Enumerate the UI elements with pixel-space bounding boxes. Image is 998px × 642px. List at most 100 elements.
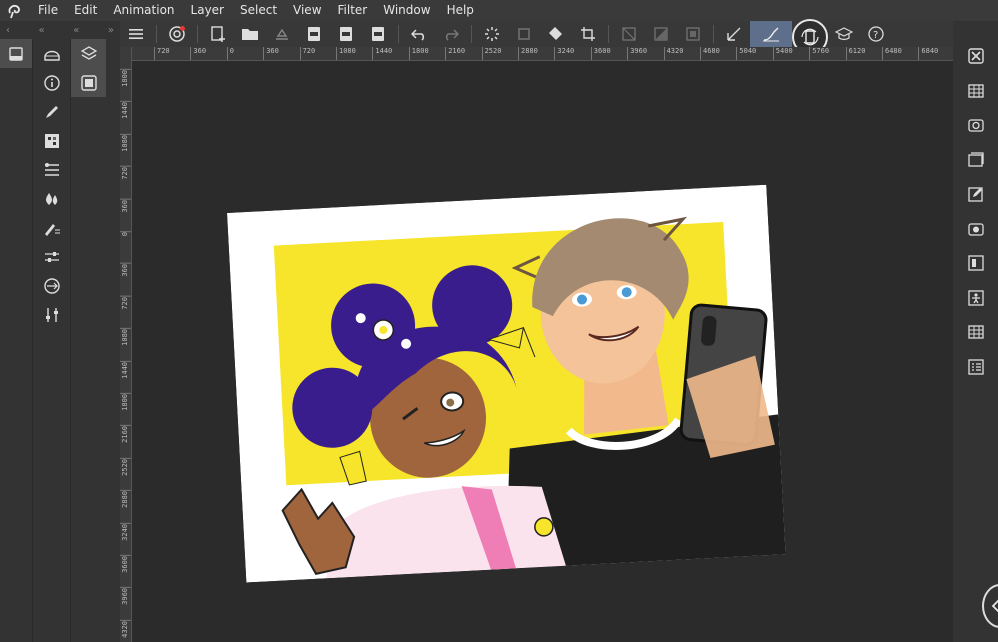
expand-double-right-icon[interactable]: » — [108, 25, 114, 36]
slider-icon[interactable] — [33, 242, 70, 271]
menu-help[interactable]: Help — [439, 0, 482, 21]
menu-select[interactable]: Select — [232, 0, 285, 21]
settings-icon[interactable] — [953, 212, 998, 247]
ruler-tick-label: 5040 — [736, 47, 756, 60]
export-jpg-icon[interactable] — [298, 21, 330, 47]
timeline-icon[interactable] — [953, 315, 998, 350]
panel-gutter — [106, 39, 120, 642]
ruler-tick-label: 0 — [120, 231, 131, 237]
ruler-tick-label: 3960 — [627, 47, 647, 60]
collapse-left-icon[interactable]: ‹ — [6, 25, 10, 36]
loading-icon[interactable] — [476, 21, 508, 47]
clip-studio-logo-icon[interactable] — [0, 0, 30, 21]
figure-icon[interactable] — [953, 281, 998, 316]
pen-icon[interactable] — [33, 97, 70, 126]
help-icon[interactable]: ? — [860, 21, 892, 47]
material-icon[interactable] — [953, 74, 998, 109]
ruler-tick-label: 4320 — [663, 47, 683, 60]
learn-icon[interactable] — [828, 21, 860, 47]
command-bar: ? — [120, 19, 953, 55]
edit-icon[interactable] — [953, 177, 998, 212]
canvas-area[interactable] — [132, 61, 953, 642]
transform-icon[interactable] — [508, 21, 540, 47]
stabilizer-icon[interactable] — [718, 21, 750, 47]
ruler-tick-label: 2520 — [120, 457, 131, 476]
panel-collapse-row: ‹ « « » — [0, 21, 120, 39]
menu-edit[interactable]: Edit — [66, 0, 105, 21]
vertical-ruler: 1800 1440 1080 720 360 0 360 720 1080 1440 1800 216… — [120, 47, 132, 642]
menu-animation[interactable]: Animation — [105, 0, 182, 21]
menu-layer[interactable]: Layer — [183, 0, 232, 21]
ruler-tick-label: 3600 — [590, 47, 611, 60]
navigator-icon[interactable] — [71, 68, 106, 97]
menu-view[interactable]: View — [285, 0, 329, 21]
app-window: File Edit Animation Layer Select View Fi… — [0, 0, 998, 642]
ruler-tick-label: 5400 — [772, 47, 793, 60]
ruler-tick-label: 1440 — [120, 101, 131, 120]
grid-icon[interactable] — [33, 126, 70, 155]
ruler-tick-label: 4680 — [700, 47, 720, 60]
invert-icon[interactable] — [645, 21, 677, 47]
svg-text:?: ? — [873, 30, 878, 41]
layer-property-icon[interactable] — [33, 155, 70, 184]
menu-filter[interactable]: Filter — [330, 0, 376, 21]
menu-icon[interactable] — [120, 21, 152, 47]
collapse-double-left-icon-2[interactable]: « — [73, 25, 79, 36]
open-icon[interactable] — [234, 21, 266, 47]
save-icon[interactable] — [266, 21, 298, 47]
window-icon[interactable] — [0, 39, 32, 68]
ruler-tick-label: 360 — [263, 47, 279, 60]
hide-selection-icon[interactable] — [613, 21, 645, 47]
list-icon[interactable] — [953, 350, 998, 385]
info-icon[interactable] — [33, 68, 70, 97]
tool-property-icon[interactable] — [33, 39, 70, 68]
left-panel-dock — [0, 39, 32, 642]
ruler-tick-label: 1800 — [408, 47, 429, 60]
ruler-tick-label: 3240 — [554, 47, 574, 60]
ruler-tick-label: 720 — [120, 295, 131, 310]
layers-icon[interactable] — [71, 39, 106, 68]
menu-window[interactable]: Window — [375, 0, 438, 21]
fill-icon[interactable] — [540, 21, 572, 47]
canvas-artwork[interactable] — [227, 184, 786, 583]
export-ipad-icon[interactable] — [362, 21, 394, 47]
watercolor-icon[interactable] — [33, 184, 70, 213]
ruler-tick-label: 1080 — [120, 328, 131, 347]
ruler-tick-label: 1800 — [120, 69, 131, 87]
ruler-tick-label: 2880 — [120, 490, 131, 509]
undo-icon[interactable] — [403, 21, 435, 47]
redo-icon[interactable] — [435, 21, 467, 47]
toolbar-divider — [608, 25, 609, 43]
ruler-tick-label: 3600 — [120, 555, 131, 573]
toolbar-divider — [197, 25, 198, 43]
ruler-tick-label: 720 — [299, 47, 315, 60]
new-canvas-icon[interactable] — [202, 21, 234, 47]
toolbar-divider — [713, 25, 714, 43]
clear-icon[interactable] — [677, 21, 709, 47]
brush-size-icon[interactable] — [33, 213, 70, 242]
camera-icon[interactable] — [953, 108, 998, 143]
illustration-image — [227, 184, 786, 583]
close-icon[interactable] — [953, 39, 998, 74]
ruler-tick-label: 5760 — [809, 47, 829, 60]
ruler-tick-label: 1080 — [336, 47, 356, 60]
ruler-tick-label: 1440 — [372, 47, 392, 60]
history-icon[interactable] — [953, 143, 998, 178]
export-png-icon[interactable] — [330, 21, 362, 47]
ruler-tick-label: 2160 — [120, 425, 131, 444]
ruler-tick-label: 4320 — [120, 619, 131, 638]
ruler-tick-label: 6480 — [882, 47, 902, 60]
crop-icon[interactable] — [572, 21, 604, 47]
collapse-double-left-icon[interactable]: « — [39, 25, 45, 36]
ruler-tick-label: 2880 — [518, 47, 538, 60]
ruler-tick-label: 360 — [190, 47, 206, 60]
ruler-tick-label: 1440 — [120, 360, 131, 379]
rotate-icon[interactable] — [33, 271, 70, 300]
pen-pressure-icon[interactable] — [750, 21, 792, 47]
toolbar-divider — [471, 25, 472, 43]
adjust-icon[interactable] — [33, 300, 70, 329]
companion-icon[interactable] — [161, 21, 193, 47]
panel-icon[interactable] — [953, 246, 998, 281]
chevron-left-icon — [991, 599, 998, 613]
menu-file[interactable]: File — [30, 0, 66, 21]
